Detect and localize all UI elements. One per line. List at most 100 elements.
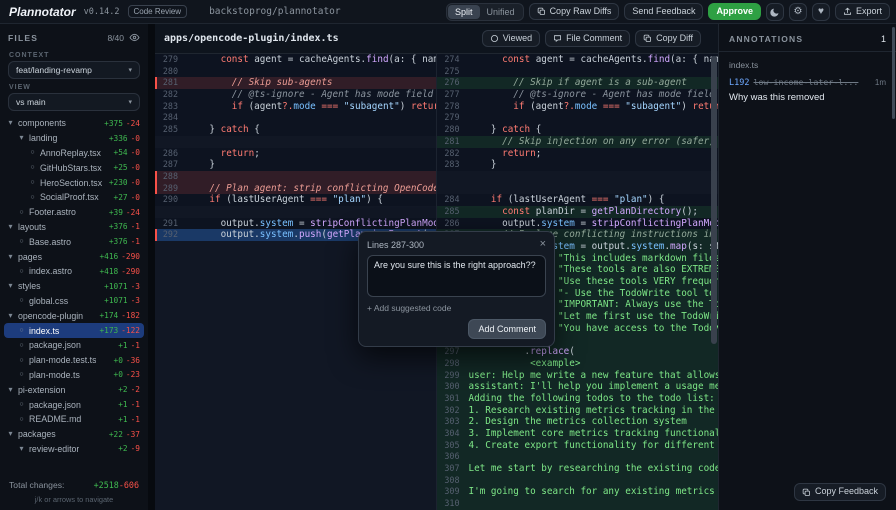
theme-toggle-button[interactable] — [765, 2, 784, 21]
copy-feedback-button[interactable]: Copy Feedback — [793, 483, 886, 501]
diff-line[interactable]: 308 — [436, 474, 718, 487]
diff-line[interactable]: 274 const agent = cacheAgents.find(a: { … — [437, 54, 718, 66]
tree-file-package.json[interactable]: ○ package.json +1 -1 — [4, 338, 144, 353]
diff-line[interactable] — [155, 205, 437, 218]
diff-line[interactable]: 305 4. Create export functionality for di… — [436, 439, 718, 452]
copy-raw-diffs-button[interactable]: Copy Raw Diffs — [528, 2, 620, 21]
diff-line[interactable]: 282 return; — [437, 148, 719, 160]
diff-line[interactable] — [155, 498, 437, 510]
diff-line[interactable]: 288 — [155, 170, 437, 183]
tree-file-index.ts[interactable]: ○ index.ts +173 -122 — [4, 323, 144, 338]
diff-line[interactable]: 284 — [155, 112, 437, 125]
diff-line[interactable]: 284 if (lastUserAgent === "plan") { — [437, 194, 719, 206]
toggle-viewed-button[interactable] — [129, 32, 140, 43]
diff-line[interactable]: 278 if (agent?.mode === "subagent") retu… — [437, 101, 718, 113]
tree-folder-packages[interactable]: ▾ packages +22 -37 — [4, 427, 144, 442]
tree-file-index.astro[interactable]: ○ index.astro +418 -290 — [4, 264, 144, 279]
approve-button[interactable]: Approve — [708, 2, 761, 21]
add-suggested-code-link[interactable]: + Add suggested code — [367, 303, 546, 313]
tree-folder-pi-extension[interactable]: ▾ pi-extension +2 -2 — [4, 382, 144, 397]
diff-line[interactable]: 275 — [437, 66, 719, 78]
diff-line[interactable]: 302 1. Research existing metrics tracking… — [436, 404, 718, 417]
diff-line[interactable]: 286 return; — [155, 147, 437, 160]
diff-line[interactable]: 298 <example> — [436, 357, 718, 370]
viewed-button[interactable]: Viewed — [481, 29, 541, 48]
copy-diff-button[interactable]: Copy Diff — [635, 29, 701, 48]
tree-folder-pages[interactable]: ▾ pages +416 -290 — [4, 249, 144, 264]
file-comment-button[interactable]: File Comment — [545, 29, 631, 48]
diff-line[interactable]: 289 // Plan agent: strip conflicting Ope… — [155, 182, 437, 195]
tree-folder-landing[interactable]: ▾ landing +336 -0 — [4, 131, 144, 146]
diff-line[interactable] — [155, 439, 437, 452]
diff-line[interactable] — [155, 346, 437, 358]
tree-file-global.css[interactable]: ○ global.css +1071 -3 — [4, 294, 144, 309]
settings-button[interactable]: ⚙ — [788, 2, 807, 21]
diff-line[interactable] — [436, 170, 718, 183]
diff-line[interactable] — [155, 451, 437, 464]
diff-line[interactable] — [155, 357, 437, 370]
send-feedback-button[interactable]: Send Feedback — [624, 2, 704, 21]
diff-line[interactable] — [155, 392, 437, 405]
diff-line[interactable]: 301 Adding the following todos to the tod… — [436, 392, 718, 405]
context-select[interactable]: feat/landing-revamp ▾ — [8, 61, 140, 79]
diff-line[interactable] — [155, 474, 437, 487]
diff-line[interactable]: 286 output.system = stripConflictingPlan… — [437, 218, 718, 230]
diff-line[interactable] — [155, 486, 437, 499]
diff-line[interactable]: 285 } catch { — [155, 124, 437, 136]
tree-file-HeroSection.tsx[interactable]: ○ HeroSection.tsx +230 -0 — [4, 175, 144, 190]
diff-line[interactable]: 303 2. Design the metrics collection syst… — [436, 416, 718, 428]
diff-line[interactable] — [155, 381, 437, 393]
close-icon[interactable]: × — [540, 239, 546, 250]
diff-line[interactable] — [436, 182, 718, 195]
tree-file-SocialProof.tsx[interactable]: ○ SocialProof.tsx +27 -0 — [4, 190, 144, 205]
diff-line[interactable]: 306 — [436, 451, 718, 464]
tree-folder-components[interactable]: ▾ components +375 -24 — [4, 116, 144, 131]
tree-file-plan-mode.test.ts[interactable]: ○ plan-mode.test.ts +0 -36 — [4, 353, 144, 368]
diff-line[interactable]: 297 .replace( — [436, 346, 718, 358]
tree-file-Footer.astro[interactable]: ○ Footer.astro +39 -24 — [4, 205, 144, 220]
diff-line[interactable]: 277 // @ts-ignore - Agent has mode field — [437, 89, 719, 101]
diff-line[interactable] — [155, 463, 437, 475]
diff-line[interactable] — [155, 404, 437, 417]
diff-line[interactable]: 304 3. Implement core metrics tracking fu… — [436, 428, 718, 440]
tree-file-Base.astro[interactable]: ○ Base.astro +376 -1 — [4, 234, 144, 249]
diff-line[interactable]: 299 user: Help me write a new feature tha… — [436, 369, 718, 382]
diff-line[interactable]: 309 I'm going to search for any existing … — [436, 486, 718, 499]
split-view-button[interactable]: Split — [448, 4, 480, 19]
diff-line[interactable]: 280 } catch { — [437, 124, 719, 136]
tree-file-package.json[interactable]: ○ package.json +1 -1 — [4, 397, 144, 412]
diff-line[interactable] — [155, 135, 437, 148]
tree-folder-layouts[interactable]: ▾ layouts +376 -1 — [4, 220, 144, 235]
tree-folder-styles[interactable]: ▾ styles +1071 -3 — [4, 279, 144, 294]
diff-line[interactable]: 281 // Skip sub-agents — [155, 77, 437, 90]
unified-view-button[interactable]: Unified — [480, 5, 522, 19]
diff-line[interactable] — [155, 369, 437, 382]
tree-file-plan-mode.ts[interactable]: ○ plan-mode.ts +0 -23 — [4, 368, 144, 383]
tree-file-AnnoReplay.tsx[interactable]: ○ AnnoReplay.tsx +54 -0 — [4, 146, 144, 161]
export-button[interactable]: Export — [834, 2, 890, 21]
diff-line[interactable]: 291 output.system = stripConflictingPlan… — [155, 217, 437, 230]
diff-line[interactable] — [155, 428, 437, 440]
diff-line[interactable]: 283 } — [437, 159, 719, 171]
annotation-item[interactable]: L192 low-income-later-l... 1m Why was th… — [729, 77, 886, 103]
tree-folder-review-editor[interactable]: ▾ review-editor +2 -9 — [4, 442, 144, 457]
diff-scrollbar[interactable] — [711, 56, 717, 344]
comment-input[interactable]: Are you sure this is the right approach?… — [367, 255, 546, 297]
diff-line[interactable]: 280 — [155, 65, 437, 78]
tree-file-GitHubStars.tsx[interactable]: ○ GitHubStars.tsx +25 -0 — [4, 160, 144, 175]
sponsor-button[interactable]: ♥ — [811, 2, 830, 21]
tree-folder-opencode-plugin[interactable]: ▾ opencode-plugin +174 -182 — [4, 308, 144, 323]
diff-line[interactable]: 279 const agent = cacheAgents.find(a: { … — [155, 54, 437, 66]
diff-line[interactable]: 281 // Skip injection on any error (safe… — [436, 135, 718, 148]
diff-line[interactable]: 285 const planDir = getPlanDirectory(); — [436, 205, 718, 218]
diff-line[interactable]: 290 if (lastUserAgent === "plan") { — [155, 194, 437, 206]
diff-line[interactable]: 310 — [436, 498, 718, 510]
add-comment-button[interactable]: Add Comment — [468, 319, 546, 339]
diff-line[interactable]: 300 assistant: I'll help you implement a … — [436, 381, 718, 393]
diff-line[interactable]: 282 // @ts-ignore - Agent has mode field — [155, 89, 437, 101]
sidebar-resizer[interactable] — [148, 24, 155, 510]
diff-line[interactable] — [155, 416, 437, 428]
diff-line[interactable]: 279 — [437, 112, 719, 124]
annotations-scrollbar[interactable] — [892, 27, 895, 119]
view-select[interactable]: vs main ▾ — [8, 93, 140, 111]
